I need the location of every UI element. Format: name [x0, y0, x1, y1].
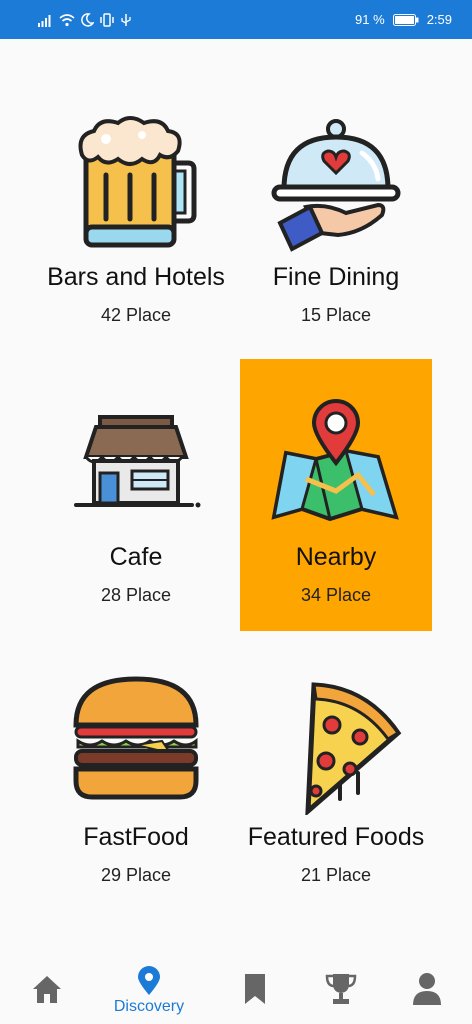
- category-title: Nearby: [295, 543, 377, 571]
- category-count: 34 Place: [300, 585, 372, 605]
- battery-percent: 91 %: [355, 12, 385, 27]
- usb-icon: [121, 14, 131, 26]
- category-fastfood[interactable]: FastFood 29 Place: [40, 639, 232, 911]
- category-count: 15 Place: [300, 305, 372, 325]
- moon-icon: [81, 13, 94, 27]
- location-pin-icon: [138, 966, 160, 995]
- map-pin-icon: [271, 399, 399, 522]
- category-count: 21 Place: [300, 865, 372, 885]
- category-count: 29 Place: [100, 865, 172, 885]
- clock: 2:59: [426, 12, 452, 27]
- burger-icon: [73, 676, 199, 800]
- beer-mug-icon: [78, 116, 197, 248]
- category-title: Cafe: [109, 543, 163, 571]
- battery-icon: [392, 14, 419, 26]
- nav-trophy[interactable]: [294, 954, 388, 1024]
- category-fine-dining[interactable]: Fine Dining 15 Place: [240, 79, 432, 351]
- status-bar: 91 % 2:59: [0, 0, 472, 39]
- profile-icon: [413, 973, 441, 1005]
- home-icon: [33, 976, 61, 1003]
- status-icons-right: 91 % 2:59: [355, 11, 452, 29]
- nav-home[interactable]: [0, 954, 94, 1024]
- signal-icon: [38, 15, 51, 27]
- nav-bookmarks[interactable]: [208, 954, 302, 1024]
- cloche-icon: [271, 119, 401, 252]
- category-title: Bars and Hotels: [47, 263, 225, 291]
- category-title: FastFood: [83, 823, 189, 851]
- wifi-icon: [59, 14, 75, 27]
- category-bars-and-hotels[interactable]: Bars and Hotels 42 Place: [40, 79, 232, 351]
- cafe-shop-icon: [74, 415, 201, 508]
- category-count: 28 Place: [100, 585, 172, 605]
- vibrate-icon: [100, 13, 114, 27]
- nav-discovery[interactable]: Discovery: [102, 954, 196, 1024]
- category-nearby[interactable]: Nearby 34 Place: [240, 359, 432, 631]
- nav-discovery-label: Discovery: [113, 998, 185, 1015]
- category-title: Featured Foods: [247, 823, 425, 851]
- nav-profile[interactable]: [380, 954, 472, 1024]
- category-cafe[interactable]: Cafe 28 Place: [40, 359, 232, 631]
- category-title: Fine Dining: [272, 263, 400, 291]
- category-count: 42 Place: [100, 305, 172, 325]
- category-featured-foods[interactable]: Featured Foods 21 Place: [240, 639, 432, 911]
- bottom-navigation: Discovery: [0, 954, 472, 1024]
- trophy-icon: [325, 974, 357, 1004]
- pizza-icon: [305, 682, 402, 815]
- bookmark-icon: [245, 974, 265, 1004]
- status-icons-left: [38, 11, 132, 29]
